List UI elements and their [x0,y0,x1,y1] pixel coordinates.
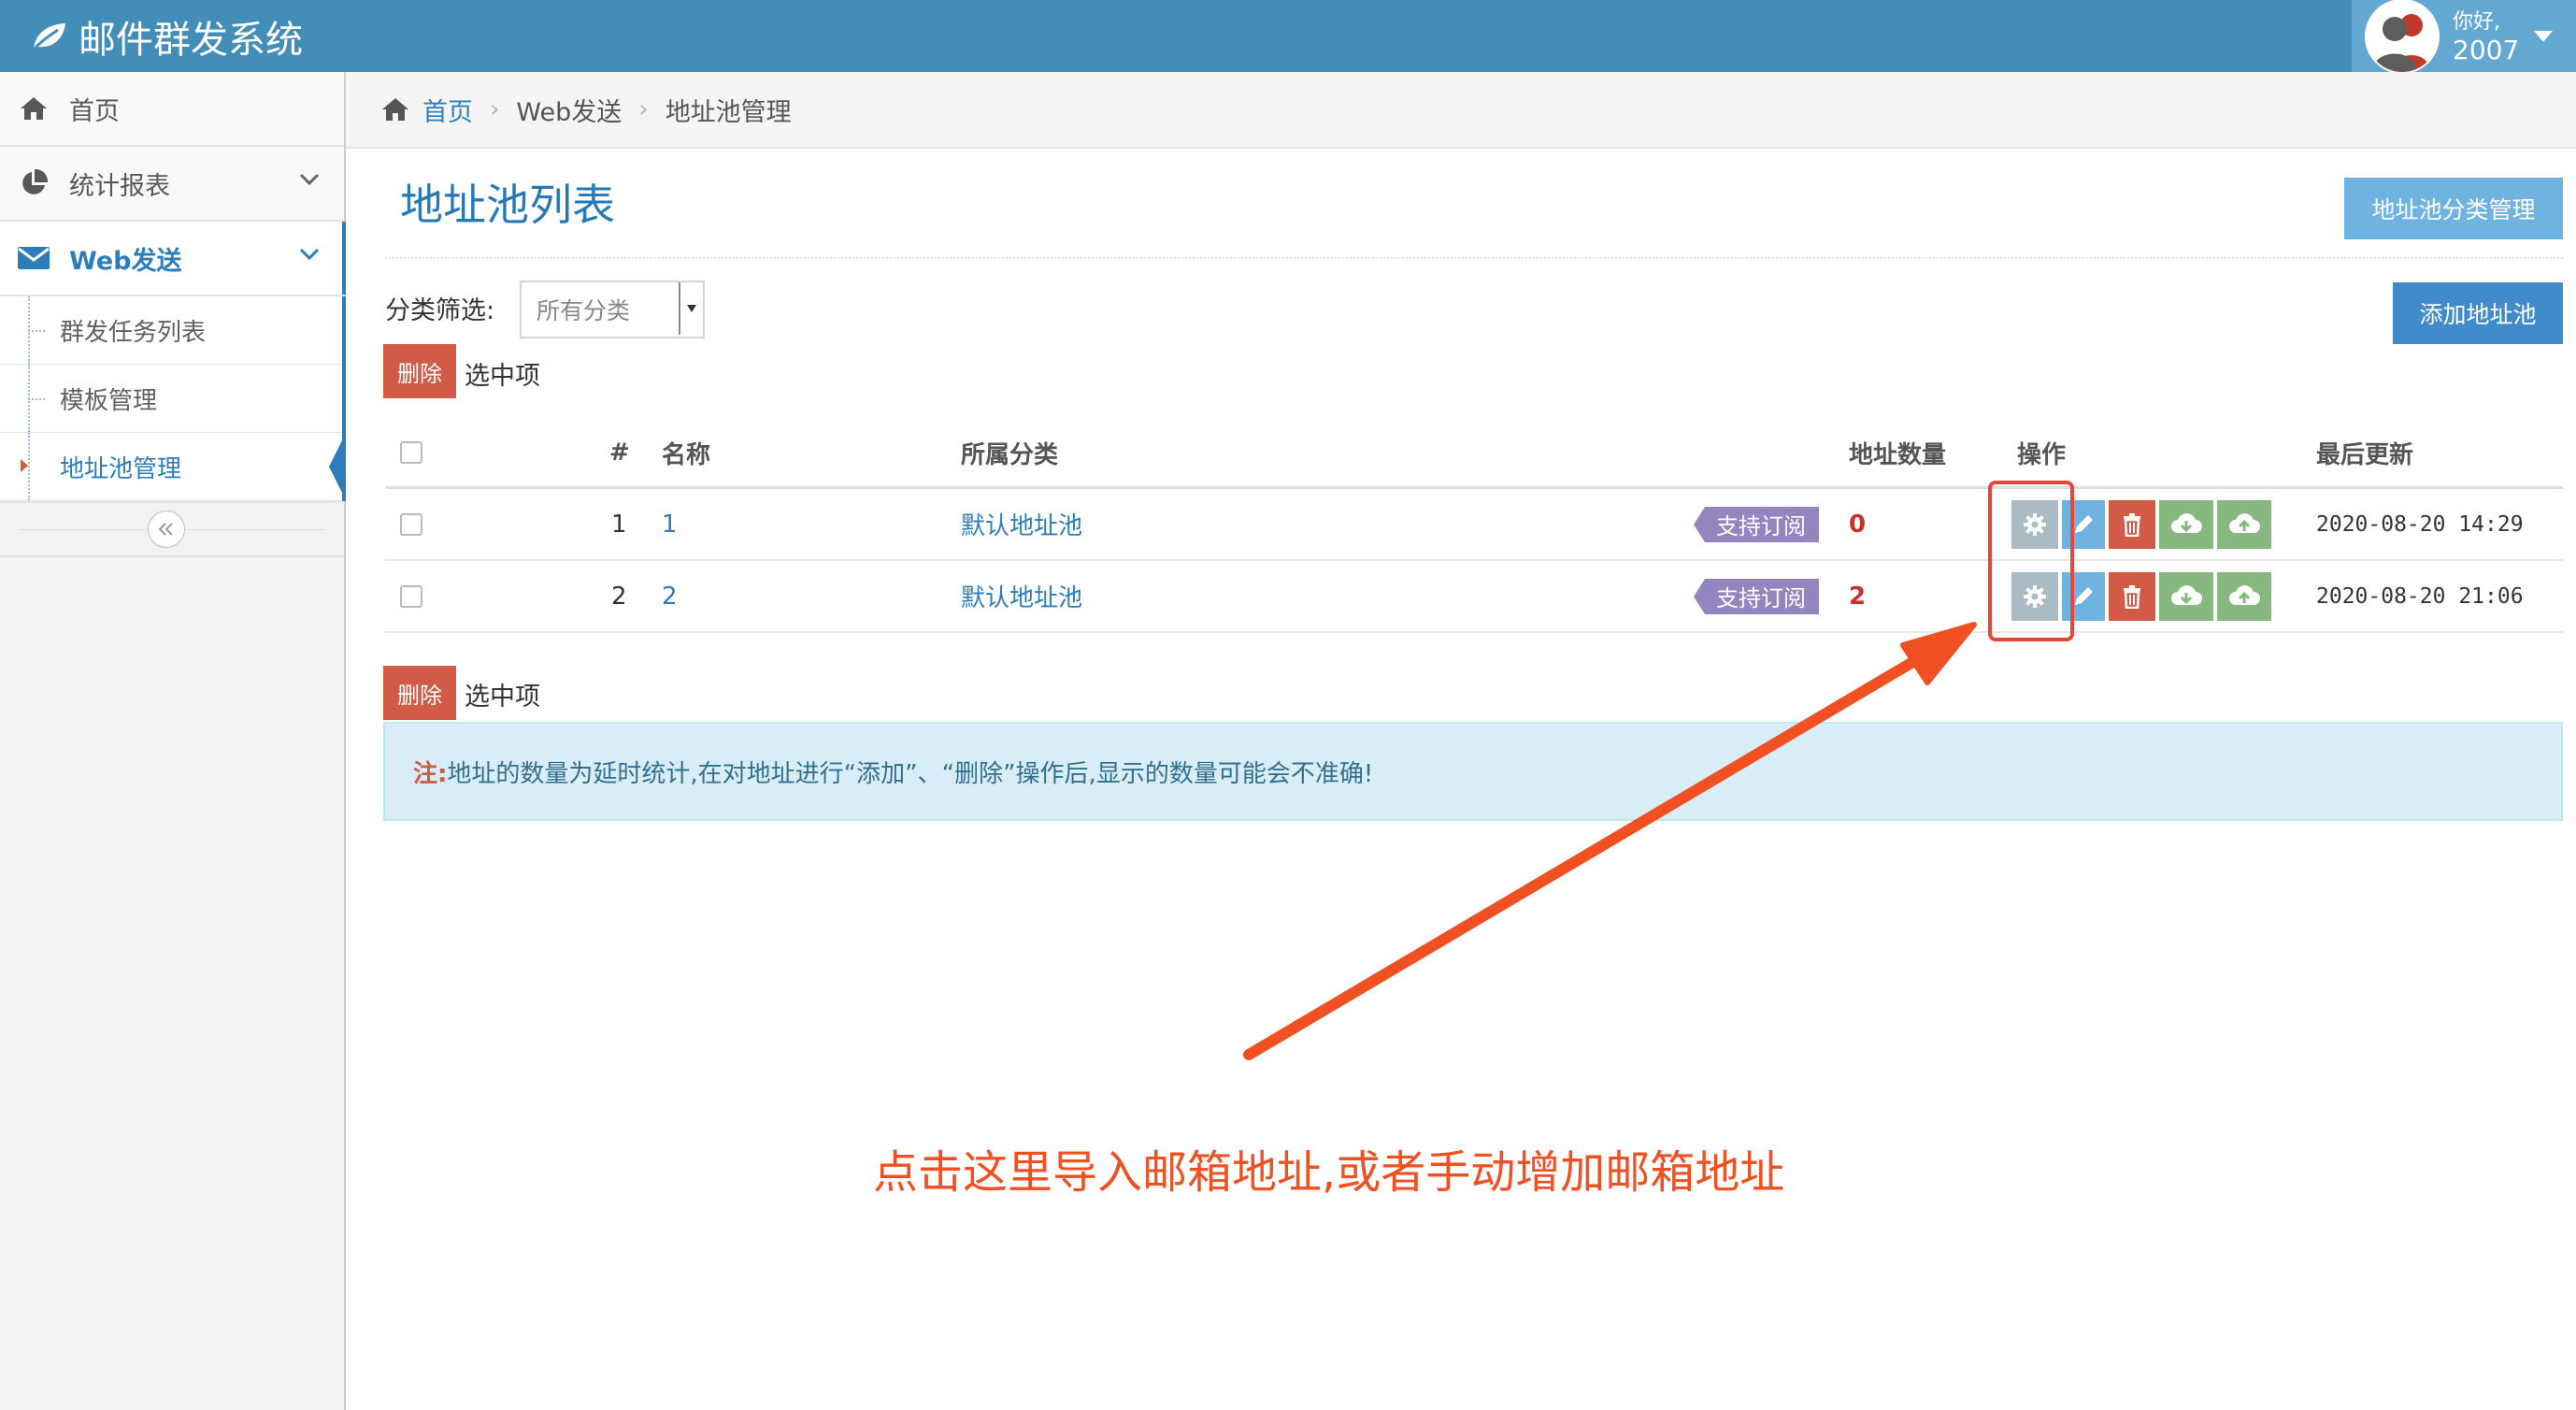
annotation-text: 点击这里导入邮箱地址,或者手动增加邮箱地址 [873,1146,1785,1199]
